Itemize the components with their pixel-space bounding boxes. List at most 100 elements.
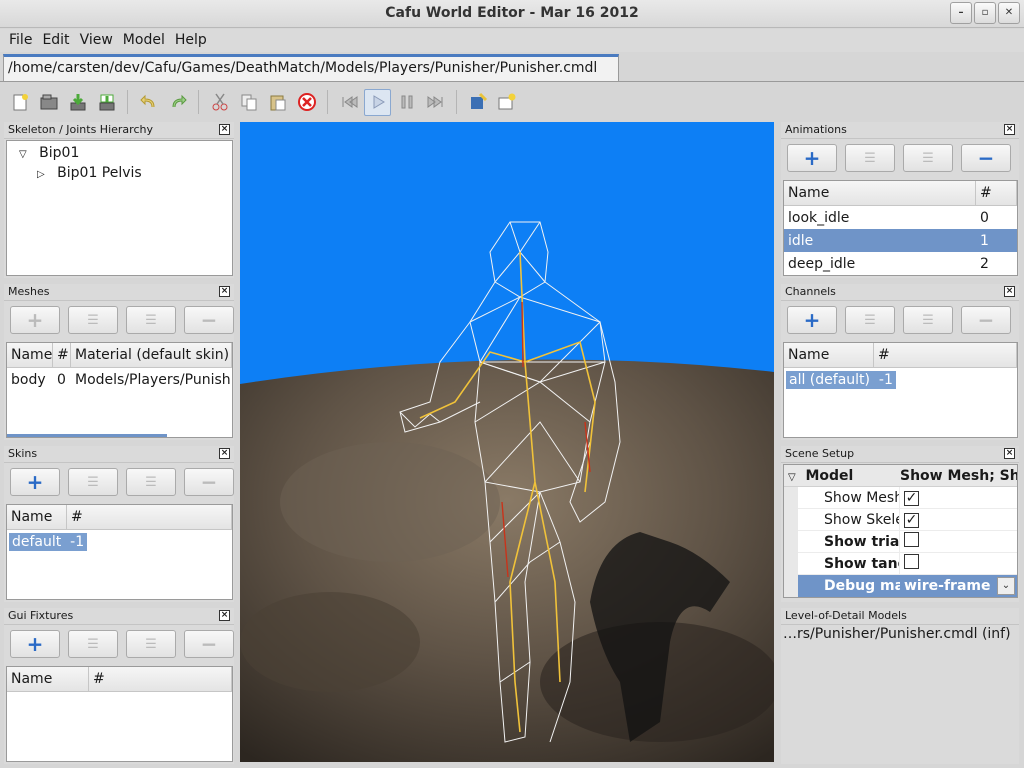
panel-title: Level-of-Detail Models — [785, 609, 907, 622]
animations-list[interactable]: Name # look_idle 0 idle 1 deep_idle 2 — [783, 180, 1018, 276]
delete-icon[interactable] — [293, 89, 320, 116]
add-button[interactable]: + — [787, 144, 837, 172]
remove-button[interactable]: − — [184, 630, 234, 658]
checkbox[interactable]: ✓ — [904, 490, 919, 506]
document-tab[interactable]: /home/carsten/dev/Cafu/Games/DeathMatch/… — [3, 54, 619, 81]
checkbox[interactable] — [904, 554, 919, 569]
meshes-list[interactable]: Name # Material (default skin) body 0 Mo… — [6, 342, 233, 438]
menu-file[interactable]: File — [4, 29, 37, 52]
checkbox[interactable]: ✓ — [904, 512, 919, 528]
title-bar: Cafu World Editor - Mar 16 2012 – ▫ ✕ — [0, 0, 1024, 28]
minimize-button[interactable]: – — [950, 2, 972, 24]
menu-help[interactable]: Help — [170, 29, 212, 52]
tree-node-child[interactable]: ▷ Bip01 Pelvis — [37, 165, 142, 181]
new-window-icon[interactable] — [493, 89, 520, 116]
remove-button[interactable]: − — [961, 306, 1011, 334]
pause-icon[interactable] — [393, 89, 420, 116]
scene-setup-panel: Scene Setup × ▽ Model Show Mesh; Sho Show… — [781, 446, 1019, 602]
fast-forward-icon[interactable] — [422, 89, 449, 116]
animations-panel: Animations × + ☰ ☰ − Name # look_idle 0 i… — [781, 122, 1019, 278]
menu-edit[interactable]: Edit — [37, 29, 74, 52]
redo-icon[interactable] — [164, 89, 191, 116]
property-row-debug-material[interactable]: Debug mat wire-frame ⌄ — [784, 575, 1017, 597]
window-title: Cafu World Editor - Mar 16 2012 — [385, 5, 639, 21]
close-icon[interactable]: × — [219, 286, 230, 297]
chevron-down-icon[interactable]: ⌄ — [997, 577, 1015, 595]
copy-icon[interactable] — [235, 89, 262, 116]
toolbar — [6, 86, 520, 118]
move-up-button[interactable]: ☰ — [845, 144, 895, 172]
collapse-arrow-icon[interactable]: ▽ — [788, 472, 796, 483]
close-icon[interactable]: × — [219, 610, 230, 621]
move-up-button[interactable]: ☰ — [68, 630, 118, 658]
remove-button[interactable]: − — [184, 306, 234, 334]
checkbox[interactable] — [904, 532, 919, 547]
move-down-button[interactable]: ☰ — [126, 630, 176, 658]
list-item[interactable]: default -1 — [7, 530, 232, 553]
add-button[interactable]: + — [10, 306, 60, 334]
move-up-button[interactable]: ☰ — [68, 306, 118, 334]
panel-title: Meshes — [8, 285, 50, 298]
new-icon[interactable] — [6, 89, 33, 116]
joints-tree[interactable]: ▽ Bip01 ▷ Bip01 Pelvis — [6, 140, 233, 276]
property-group[interactable]: ▽ Model Show Mesh; Sho — [784, 465, 1017, 487]
model-tools-icon[interactable] — [464, 89, 491, 116]
property-row[interactable]: Show trian — [784, 530, 1017, 553]
rewind-icon[interactable] — [335, 89, 362, 116]
list-item[interactable]: deep_idle 2 — [784, 252, 1017, 275]
expand-arrow-icon[interactable]: ▷ — [37, 169, 45, 180]
play-icon[interactable] — [364, 88, 391, 116]
panel-title: Scene Setup — [785, 447, 855, 460]
property-label: Show tang — [798, 552, 900, 575]
tree-node-root[interactable]: ▽ Bip01 — [19, 145, 79, 161]
add-button[interactable]: + — [10, 630, 60, 658]
move-down-button[interactable]: ☰ — [903, 306, 953, 334]
property-label: Show Skele — [798, 508, 900, 531]
save-icon[interactable] — [64, 89, 91, 116]
close-icon[interactable]: × — [1004, 286, 1015, 297]
move-down-button[interactable]: ☰ — [903, 144, 953, 172]
close-icon[interactable]: × — [1004, 124, 1015, 135]
channels-list[interactable]: Name # all (default) -1 — [783, 342, 1018, 438]
cut-icon[interactable] — [206, 89, 233, 116]
skins-list[interactable]: Name # default -1 — [6, 504, 233, 600]
move-up-button[interactable]: ☰ — [68, 468, 118, 496]
add-button[interactable]: + — [10, 468, 60, 496]
paste-icon[interactable] — [264, 89, 291, 116]
list-item[interactable]: all (default) -1 — [784, 368, 1017, 391]
open-icon[interactable] — [35, 89, 62, 116]
close-icon[interactable]: × — [1004, 448, 1015, 459]
undo-icon[interactable] — [135, 89, 162, 116]
scene-render[interactable] — [240, 122, 774, 762]
remove-button[interactable]: − — [184, 468, 234, 496]
move-up-button[interactable]: ☰ — [845, 306, 895, 334]
horizontal-scrollbar[interactable] — [7, 434, 167, 437]
property-row[interactable]: Show tang — [784, 552, 1017, 575]
close-icon[interactable]: × — [219, 448, 230, 459]
list-item[interactable]: look_idle 0 — [784, 206, 1017, 229]
debug-material-select[interactable]: wire-frame ⌄ — [900, 575, 1017, 597]
add-button[interactable]: + — [787, 306, 837, 334]
panel-title: Skeleton / Joints Hierarchy — [8, 123, 153, 136]
property-row[interactable]: Show Mesh ✓ — [784, 486, 1017, 509]
gui-fixtures-list[interactable]: Name # — [6, 666, 233, 762]
save-as-icon[interactable] — [93, 89, 120, 116]
move-down-button[interactable]: ☰ — [126, 468, 176, 496]
property-label: Show Mesh — [798, 486, 900, 509]
lod-item[interactable]: …rs/Punisher/Punisher.cmdl (inf) — [783, 626, 1011, 642]
3d-viewport[interactable] — [240, 122, 774, 762]
property-grid[interactable]: ▽ Model Show Mesh; Sho Show Mesh ✓ Show Sk… — [783, 464, 1018, 598]
menu-view[interactable]: View — [75, 29, 118, 52]
meshes-panel: Meshes × + ☰ ☰ − Name # Material (default… — [4, 284, 234, 440]
list-item-selected[interactable]: idle 1 — [784, 229, 1017, 252]
move-down-button[interactable]: ☰ — [126, 306, 176, 334]
list-item[interactable]: body 0 Models/Players/Punish — [7, 368, 232, 391]
menu-bar: File Edit View Model Help — [0, 29, 1024, 52]
remove-button[interactable]: − — [961, 144, 1011, 172]
collapse-arrow-icon[interactable]: ▽ — [19, 149, 27, 160]
close-window-button[interactable]: ✕ — [998, 2, 1020, 24]
maximize-button[interactable]: ▫ — [974, 2, 996, 24]
close-icon[interactable]: × — [219, 124, 230, 135]
property-row[interactable]: Show Skele ✓ — [784, 508, 1017, 531]
menu-model[interactable]: Model — [118, 29, 170, 52]
